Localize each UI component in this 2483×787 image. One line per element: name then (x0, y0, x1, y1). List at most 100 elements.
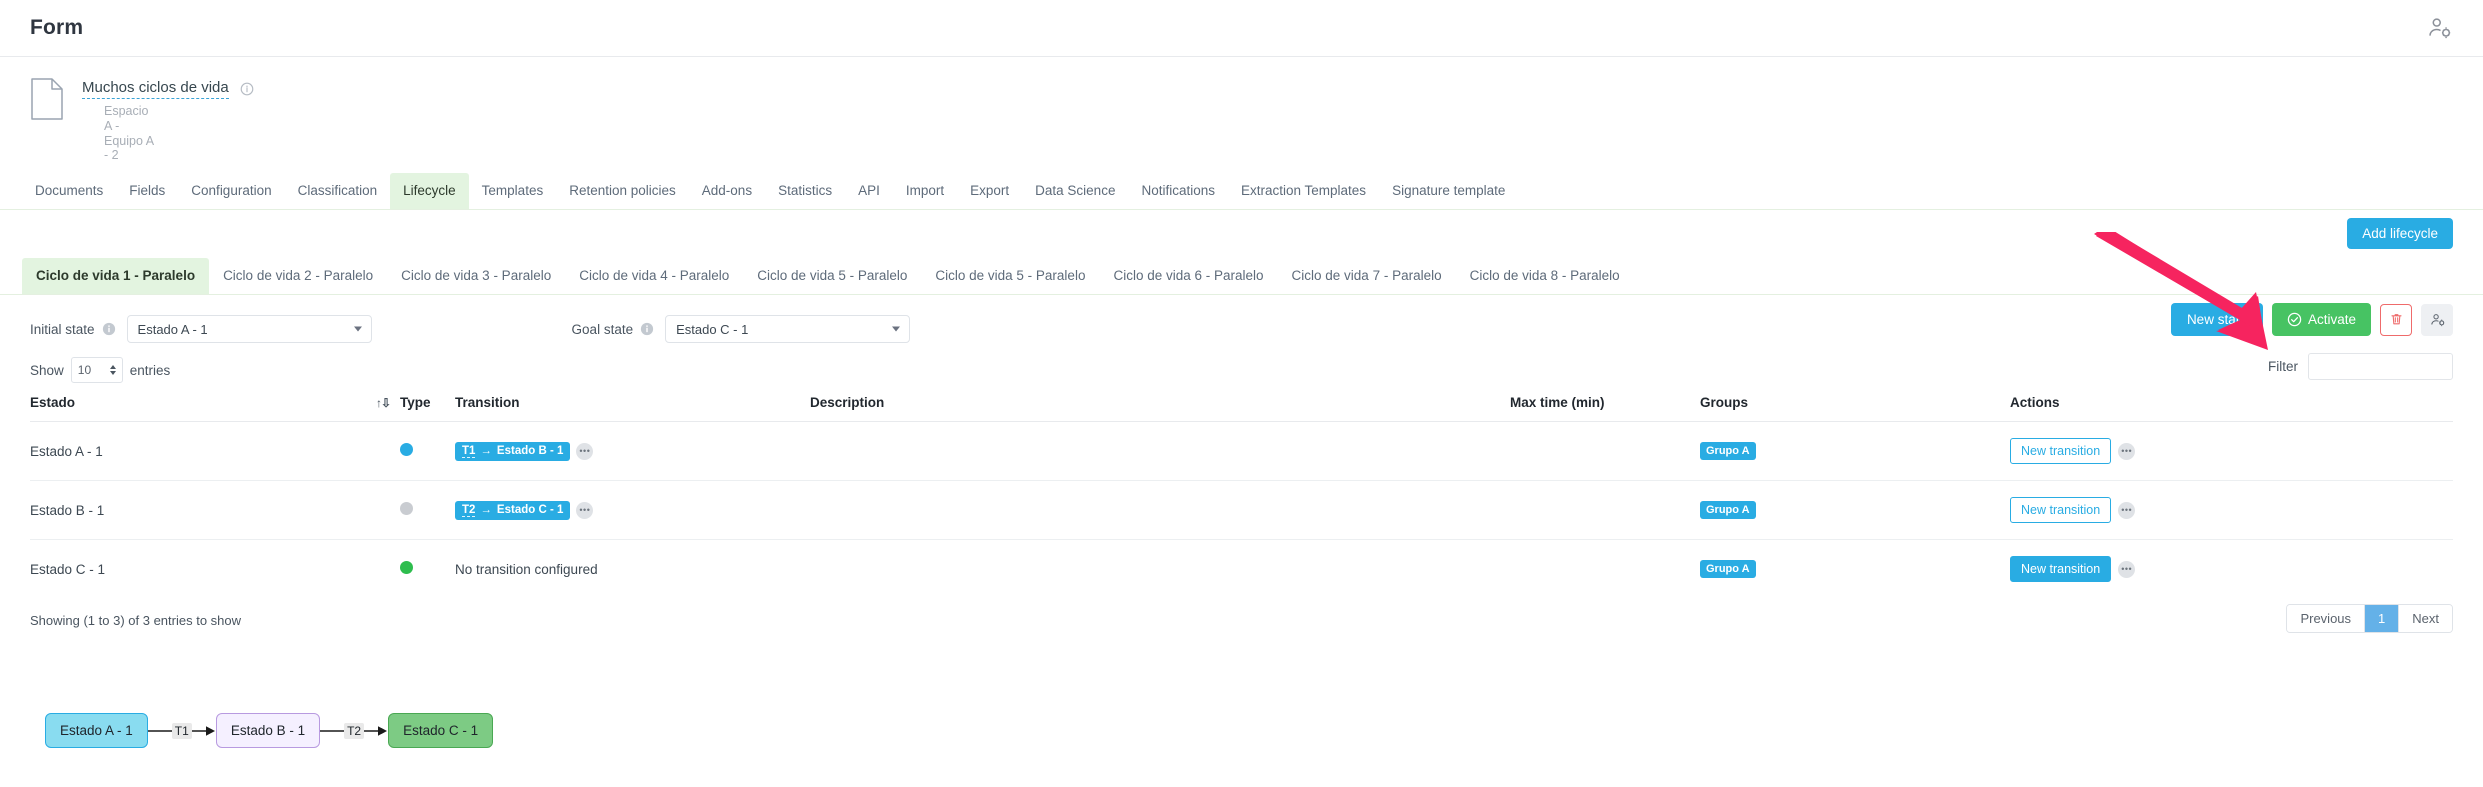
tab-notifications[interactable]: Notifications (1128, 173, 1228, 209)
lifecycle-tab-1[interactable]: Ciclo de vida 1 - Paralelo (22, 258, 209, 294)
lifecycle-tab-7[interactable]: Ciclo de vida 6 - Paralelo (1099, 258, 1277, 294)
initial-state-value: Estado A - 1 (138, 322, 208, 337)
file-icon (30, 77, 64, 121)
info-circle-icon[interactable] (102, 322, 116, 336)
tab-export[interactable]: Export (957, 173, 1022, 209)
column-header-estado[interactable]: Estado ↑⇩ (30, 395, 400, 422)
column-header-transition: Transition (455, 395, 810, 422)
cell-description (810, 481, 1510, 540)
table-header-row: Estado ↑⇩ Type Transition Description Ma… (30, 395, 2453, 422)
lifecycle-permissions-button[interactable] (2421, 304, 2453, 336)
info-circle-icon[interactable] (240, 82, 254, 96)
activate-label: Activate (2308, 312, 2356, 327)
tab-retention-policies[interactable]: Retention policies (556, 173, 689, 209)
lifecycle-tab-3[interactable]: Ciclo de vida 3 - Paralelo (387, 258, 565, 294)
pagination-page-1[interactable]: 1 (2365, 605, 2399, 632)
pagination-next[interactable]: Next (2399, 605, 2452, 632)
tab-api[interactable]: API (845, 173, 893, 209)
activate-button[interactable]: Activate (2272, 303, 2371, 336)
arrow-right-icon: → (480, 445, 492, 457)
tab-lifecycle[interactable]: Lifecycle (390, 173, 469, 209)
entries-input[interactable] (71, 357, 123, 383)
showing-entries-text: Showing (1 to 3) of 3 entries to show (30, 613, 241, 628)
main-nav-tabs: DocumentsFieldsConfigurationClassificati… (0, 173, 2483, 210)
table-row: Estado C - 1No transition configuredGrup… (30, 540, 2453, 599)
tab-fields[interactable]: Fields (116, 173, 178, 209)
show-label: Show (30, 363, 64, 378)
user-gear-icon[interactable] (2427, 15, 2453, 41)
cell-description (810, 422, 1510, 481)
new-transition-button[interactable]: New transition (2010, 438, 2111, 464)
tab-classification[interactable]: Classification (285, 173, 391, 209)
diagram-node-2[interactable]: Estado B - 1 (216, 713, 320, 748)
state-flow-diagram: Estado A - 1T1Estado B - 1 T2 Estado C - 1 (45, 713, 493, 748)
cell-type (400, 422, 455, 481)
cell-estado: Estado B - 1 (30, 481, 400, 540)
cell-transition: No transition configured (455, 540, 810, 599)
state-selector-row: Initial state Estado A - 1 Goal state Es… (0, 295, 2483, 347)
lifecycle-tab-5[interactable]: Ciclo de vida 5 - Paralelo (743, 258, 921, 294)
cell-type (400, 540, 455, 599)
actions-group: New transition ••• (2010, 438, 2453, 464)
row-more-icon[interactable]: ••• (2118, 443, 2135, 460)
diagram-edge: T1 (148, 723, 216, 739)
user-gear-icon (2430, 312, 2445, 327)
delete-lifecycle-button[interactable] (2380, 304, 2412, 336)
check-circle-icon (2287, 312, 2302, 327)
cell-description (810, 540, 1510, 599)
tab-extraction-templates[interactable]: Extraction Templates (1228, 173, 1379, 209)
tab-data-science[interactable]: Data Science (1022, 173, 1128, 209)
tab-import[interactable]: Import (893, 173, 957, 209)
top-bar: Form (0, 0, 2483, 57)
cell-actions: New transition ••• (2010, 422, 2453, 481)
lifecycle-tab-4[interactable]: Ciclo de vida 4 - Paralelo (565, 258, 743, 294)
sort-icon[interactable]: ↑⇩ (376, 396, 390, 410)
row-more-icon[interactable]: ••• (2118, 561, 2135, 578)
group-badge: Grupo A (1700, 501, 1756, 519)
new-state-button[interactable]: New state (2171, 303, 2263, 336)
row-more-icon[interactable]: ••• (2118, 502, 2135, 519)
transition-more-icon[interactable]: ••• (576, 443, 593, 460)
tab-configuration[interactable]: Configuration (178, 173, 284, 209)
table-body: Estado A - 1T1→Estado B - 1•••Grupo ANew… (30, 422, 2453, 599)
show-entries-group: Show entries (30, 357, 170, 383)
filter-group: Filter (2268, 353, 2453, 380)
entries-stepper[interactable] (71, 357, 123, 383)
new-transition-button[interactable]: New transition (2010, 497, 2111, 523)
cell-max-time (1510, 422, 1700, 481)
tab-documents[interactable]: Documents (22, 173, 116, 209)
table-row: Estado A - 1T1→Estado B - 1•••Grupo ANew… (30, 422, 2453, 481)
filter-input[interactable] (2308, 353, 2453, 380)
add-lifecycle-button[interactable]: Add lifecycle (2347, 218, 2453, 249)
goal-state-select[interactable]: Estado C - 1 (665, 315, 910, 343)
initial-state-select[interactable]: Estado A - 1 (127, 315, 372, 343)
lifecycle-tab-2[interactable]: Ciclo de vida 2 - Paralelo (209, 258, 387, 294)
tab-templates[interactable]: Templates (469, 173, 557, 209)
cell-max-time (1510, 481, 1700, 540)
transition-more-icon[interactable]: ••• (576, 502, 593, 519)
actions-group: New transition ••• (2010, 556, 2453, 582)
info-circle-icon[interactable] (640, 322, 654, 336)
lifecycle-tab-6[interactable]: Ciclo de vida 5 - Paralelo (921, 258, 1099, 294)
cell-type (400, 481, 455, 540)
document-title[interactable]: Muchos ciclos de vida (82, 79, 229, 99)
diagram-node-3[interactable]: Estado C - 1 (388, 713, 493, 748)
tab-statistics[interactable]: Statistics (765, 173, 845, 209)
lifecycle-tab-9[interactable]: Ciclo de vida 8 - Paralelo (1456, 258, 1634, 294)
diagram-node-1[interactable]: Estado A - 1 (45, 713, 148, 748)
diagram-edge-label: T2 (344, 723, 364, 739)
lifecycle-states-table: Estado ↑⇩ Type Transition Description Ma… (30, 395, 2453, 598)
lifecycle-tab-8[interactable]: Ciclo de vida 7 - Paralelo (1278, 258, 1456, 294)
pagination-previous[interactable]: Previous (2287, 605, 2365, 632)
table-row: Estado B - 1 T2→Estado C - 1 ••• Grupo A New… (30, 481, 2453, 540)
tab-add-ons[interactable]: Add-ons (689, 173, 765, 209)
transition-badge[interactable]: T1→Estado B - 1 (455, 442, 570, 461)
goal-state-label: Goal state (572, 322, 634, 337)
tab-signature-template[interactable]: Signature template (1379, 173, 1518, 209)
page-title: Form (30, 16, 83, 40)
cell-groups: Grupo A (1700, 540, 2010, 599)
transition-target: Estado C - 1 (497, 504, 563, 516)
document-header: Muchos ciclos de vida Espacio A - Equipo… (0, 57, 2483, 163)
new-transition-button[interactable]: New transition (2010, 556, 2111, 582)
transition-badge[interactable]: T2→Estado C - 1 (455, 501, 570, 520)
